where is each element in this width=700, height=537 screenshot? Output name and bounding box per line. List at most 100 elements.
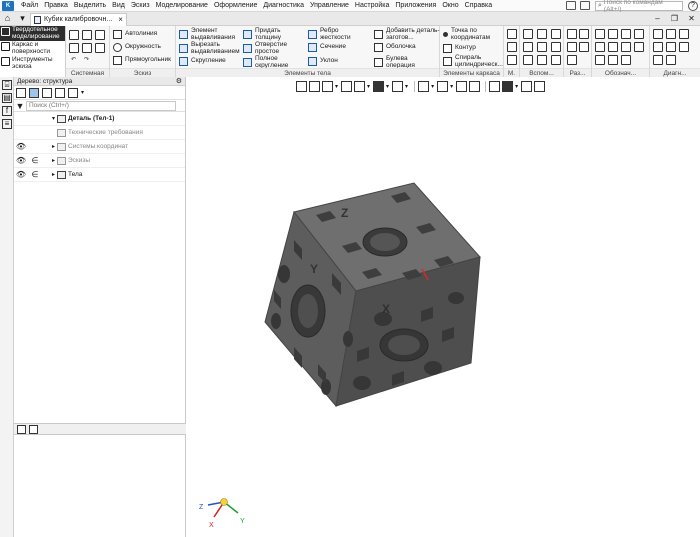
3d-viewport[interactable]: ▾ ▾ ▾ ▾ ▾ ▾ ▾ Z Y X X Y Z: [186, 77, 700, 537]
close-window-button[interactable]: ✕: [683, 12, 700, 26]
expand-toggle-icon[interactable]: ▾: [50, 115, 57, 122]
line-aux-icon[interactable]: [523, 55, 533, 65]
print-icon[interactable]: [95, 43, 105, 53]
tangent-plane-icon[interactable]: [537, 55, 547, 65]
tree-row-bodies[interactable]: 👁 ∈ ▸ Тела: [14, 168, 185, 182]
array-icon[interactable]: [507, 42, 517, 52]
menu-file[interactable]: Файл: [18, 0, 41, 12]
tree-view-options-icon[interactable]: [68, 87, 78, 98]
curvature-icon[interactable]: [666, 42, 676, 52]
contour-button[interactable]: Контур: [443, 44, 476, 53]
parameters-panel-icon[interactable]: ▤: [2, 93, 12, 103]
cut-extrude-button[interactable]: Вырезать выдавливанием: [179, 41, 241, 55]
tree-row-coordinate-systems[interactable]: 👁 ▸ Системы координат: [14, 140, 185, 154]
cube-model[interactable]: Z Y X X Y Z: [186, 77, 700, 537]
area-icon[interactable]: [666, 55, 676, 65]
axis-icon[interactable]: [537, 29, 547, 39]
screenshot-icon[interactable]: [566, 1, 576, 10]
sign-icon[interactable]: [608, 55, 618, 65]
close-tab-icon[interactable]: ×: [118, 15, 123, 24]
grid-icon[interactable]: [507, 29, 517, 39]
filter-icon[interactable]: ▼: [14, 100, 26, 112]
point-aux-icon[interactable]: [523, 42, 533, 52]
helix-button[interactable]: Спираль цилиндрическ...: [443, 54, 503, 68]
camera-icon[interactable]: [580, 1, 590, 10]
radius-dimension-icon[interactable]: [567, 42, 577, 52]
chevron-down-icon[interactable]: ▾: [81, 89, 84, 96]
section-button[interactable]: Сечение: [308, 43, 346, 52]
text-icon[interactable]: [621, 42, 631, 52]
shell-button[interactable]: Оболочка: [374, 43, 416, 52]
circle-button[interactable]: Окружность: [113, 43, 161, 52]
menu-window[interactable]: Окно: [439, 0, 461, 12]
draft-button[interactable]: Уклон: [308, 57, 338, 66]
thread-icon[interactable]: [608, 42, 618, 52]
menu-help[interactable]: Справка: [462, 0, 495, 12]
point-by-coords-button[interactable]: Точка по координатам: [443, 27, 503, 41]
thicken-button[interactable]: Придать толщину: [243, 27, 293, 41]
fillet-button[interactable]: Скругление: [179, 57, 226, 66]
expand-toggle-icon[interactable]: ▸: [50, 171, 57, 178]
linear-dimension-icon[interactable]: [567, 29, 577, 39]
undo-icon[interactable]: ↶: [71, 56, 76, 63]
roughness-icon[interactable]: [595, 29, 605, 39]
document-tab[interactable]: Кубик калибровочн... ×: [30, 12, 127, 26]
properties-tab-icon[interactable]: [29, 424, 38, 434]
menu-select[interactable]: Выделить: [71, 0, 109, 12]
rib-button[interactable]: Ребро жесткости: [308, 27, 358, 41]
length-icon[interactable]: [653, 55, 663, 65]
diameter-dimension-icon[interactable]: [579, 29, 589, 39]
normal-plane-icon[interactable]: [551, 55, 561, 65]
help-icon[interactable]: ?: [688, 0, 698, 11]
mass-properties-icon[interactable]: [679, 29, 689, 39]
menu-edit[interactable]: Правка: [41, 0, 71, 12]
tree-row-tech-requirements[interactable]: Технические требования: [14, 126, 185, 140]
csys-icon[interactable]: [551, 29, 561, 39]
edit-note-icon[interactable]: [621, 55, 631, 65]
rectangle-button[interactable]: Прямоугольник: [113, 56, 171, 65]
tree-search-input[interactable]: [26, 100, 176, 111]
tolerance-icon[interactable]: [634, 29, 644, 39]
measure-distance-icon[interactable]: [653, 29, 663, 39]
gear-icon[interactable]: ⚙: [176, 77, 182, 86]
autoline-button[interactable]: Автолиния: [113, 30, 157, 39]
menu-management[interactable]: Управление: [307, 0, 352, 12]
simple-hole-button[interactable]: Отверстие простое: [243, 41, 293, 55]
angle-plane-icon[interactable]: [551, 42, 561, 52]
menu-formatting[interactable]: Оформление: [211, 0, 260, 12]
menu-diagnostics[interactable]: Диагностика: [260, 0, 307, 12]
tree-collapse-icon[interactable]: [55, 87, 65, 98]
minimize-button[interactable]: –: [649, 12, 666, 26]
save-icon[interactable]: [95, 30, 105, 40]
leader-icon[interactable]: [608, 29, 618, 39]
measure-angle-icon[interactable]: [666, 29, 676, 39]
open-folder-icon[interactable]: [82, 30, 92, 40]
eye-icon[interactable]: 👁: [14, 142, 28, 151]
menu-sketch[interactable]: Эскиз: [128, 0, 153, 12]
menu-view[interactable]: Вид: [109, 0, 128, 12]
document-list-icon[interactable]: [82, 43, 92, 53]
home-icon[interactable]: ⌂: [2, 13, 13, 24]
new-document-icon[interactable]: [69, 30, 79, 40]
tree-structure-icon[interactable]: [16, 87, 26, 98]
position-icon[interactable]: [595, 55, 605, 65]
restore-button[interactable]: ❐: [666, 12, 683, 26]
plane-icon[interactable]: [523, 29, 533, 39]
expand-toggle-icon[interactable]: ▸: [50, 157, 57, 164]
arc-dimension-icon[interactable]: [567, 55, 577, 65]
layers-icon[interactable]: ≡: [2, 119, 12, 129]
marking-icon[interactable]: [595, 42, 605, 52]
redo-icon[interactable]: ↷: [84, 56, 89, 63]
deviation-icon[interactable]: [679, 42, 689, 52]
check-collision-icon[interactable]: [653, 42, 663, 52]
base-icon[interactable]: [621, 29, 631, 39]
command-search-input[interactable]: ⌕ Поиск по командам (Alt+/): [595, 0, 683, 13]
extrude-button[interactable]: Элемент выдавливания: [179, 27, 239, 41]
add-blank-button[interactable]: Добавить деталь-заготов...: [374, 27, 440, 41]
weld-icon[interactable]: [634, 42, 644, 52]
mode-wireframe-surfaces[interactable]: Каркас и поверхности: [0, 41, 65, 56]
expand-toggle-icon[interactable]: ▸: [50, 143, 57, 150]
mode-solid-modeling[interactable]: Твердотельное моделирование: [0, 26, 65, 41]
tree-tab-icon[interactable]: [17, 424, 26, 434]
element-of-icon[interactable]: ∈: [28, 170, 42, 179]
